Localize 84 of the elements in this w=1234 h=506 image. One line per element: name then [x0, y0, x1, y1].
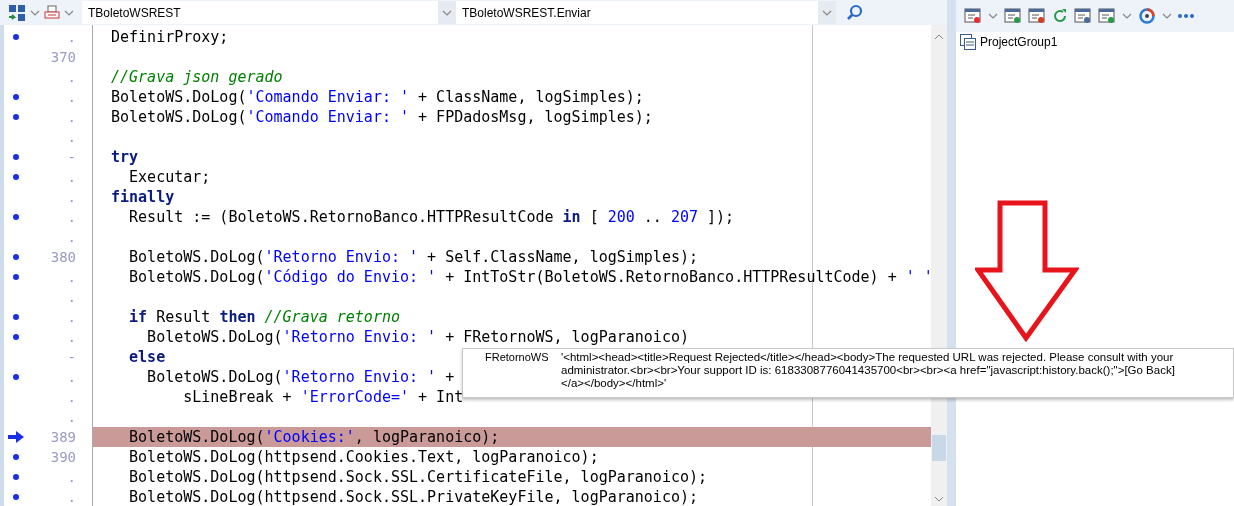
layout-icon[interactable] [8, 3, 26, 22]
breakpoint-dot[interactable] [13, 174, 19, 180]
breakpoint-dot[interactable] [13, 114, 19, 120]
code-line: if Result then //Grava retorno [128, 308, 400, 326]
code-line: BoletoWS.DoLog(httpsend.Sock.SSL.CertificateFile, logParanoico); [128, 468, 708, 486]
line-number: 389 [49, 429, 77, 445]
line-number: 390 [49, 449, 77, 465]
code-line: Result := (BoletoWS.RetornoBanco.HTTPResultCode in [ 200 .. 207 ]); [128, 208, 735, 226]
variable-value: '<html><head><title>Request Rejected</title></head><body>The requested URL was rejected. Please consult with your administrator.<br><br>Your support ID is: 6183308776041435700<br><br><a href="javascript:history.back();">[Go Back]</a></body></html>' [561, 351, 1176, 391]
code-line: BoletoWS.DoLog('Comando Enviar: ' + ClassName, logSimples); [111, 88, 644, 106]
line-number: . [66, 329, 77, 345]
line-number: . [66, 489, 77, 505]
unit-selector[interactable]: TBoletoWSREST [82, 1, 456, 24]
caret-icon [1162, 13, 1172, 19]
scroll-down-icon[interactable] [934, 495, 944, 503]
breakpoint-dot[interactable] [13, 334, 19, 340]
line-number: - [66, 149, 77, 165]
caret-icon [822, 9, 832, 16]
printer-icon[interactable] [44, 4, 60, 21]
line-number: 380 [49, 249, 77, 265]
window-icon[interactable] [964, 8, 982, 24]
line-number: . [66, 389, 77, 405]
code-line: BoletoWS.DoLog(httpsend.Cookies.Text, logParanoico); [128, 448, 599, 466]
breakpoint-dot[interactable] [13, 454, 19, 460]
code-line: Executar; [128, 168, 211, 186]
code-line: BoletoWS.DoLog('Código do Envio: ' + IntToStr(BoletoWS.RetornoBanco.HTTPResultCode) + ' ' [128, 268, 931, 286]
scrollbar-thumb[interactable] [932, 435, 946, 461]
window-icon[interactable] [1028, 8, 1046, 24]
window-icon[interactable] [1074, 8, 1092, 24]
breakpoint-dot[interactable] [13, 474, 19, 480]
caret-icon [1122, 13, 1132, 19]
line-number: . [66, 189, 77, 205]
line-number: . [66, 309, 77, 325]
target-icon[interactable] [1138, 7, 1156, 25]
code-line: try [111, 148, 139, 166]
line-number: . [66, 289, 77, 305]
breakpoint-dot[interactable] [13, 94, 19, 100]
line-number: . [66, 369, 77, 385]
project-group-icon [960, 34, 976, 50]
refresh-icon[interactable] [1052, 8, 1068, 24]
caret-icon [442, 9, 452, 16]
breakpoint-dot[interactable] [13, 34, 19, 40]
breakpoint-dot[interactable] [13, 374, 19, 380]
breakpoint-dot[interactable] [13, 314, 19, 320]
line-number: . [66, 229, 77, 245]
code-line: BoletoWS.DoLog('Cookies:', logParanoico); [128, 428, 500, 446]
scroll-up-icon[interactable] [934, 33, 944, 41]
line-number: . [66, 129, 77, 145]
execution-arrow-icon [8, 431, 24, 443]
code-line: else [128, 348, 166, 366]
caret-icon [30, 9, 40, 16]
caret-icon [64, 9, 74, 16]
breakpoint-dot[interactable] [13, 494, 19, 500]
variable-name: FRetornoWS [484, 351, 550, 365]
line-number: . [66, 169, 77, 185]
code-line: BoletoWS.DoLog('Retorno Envio: ' + [146, 368, 455, 386]
line-number: . [66, 269, 77, 285]
breakpoint-dot[interactable] [13, 274, 19, 280]
breakpoint-dot[interactable] [13, 254, 19, 260]
line-number: . [66, 469, 77, 485]
line-number: . [66, 69, 77, 85]
breakpoint-dot[interactable] [13, 154, 19, 160]
line-number: 370 [49, 49, 77, 65]
more-icon[interactable] [1178, 13, 1194, 19]
caret-icon [988, 13, 998, 19]
breakpoint-dot[interactable] [13, 214, 19, 220]
line-number: . [66, 29, 77, 45]
code-line: BoletoWS.DoLog('Retorno Envio: ' + FRetornoWS, logParanoico) [146, 328, 689, 346]
line-number: - [66, 349, 77, 365]
code-line: BoletoWS.DoLog(httpsend.Sock.SSL.PrivateKeyFile, logParanoico); [128, 488, 698, 506]
code-line: DefinirProxy; [111, 28, 229, 46]
search-icon[interactable] [846, 3, 864, 22]
code-line: sLineBreak + 'ErrorCode=' + Int [182, 388, 464, 406]
code-line: BoletoWS.DoLog('Retorno Envio: ' + Self.ClassName, logSimples); [128, 248, 699, 266]
line-number: . [66, 109, 77, 125]
line-number: . [66, 89, 77, 105]
tree-item[interactable]: ProjectGroup1 [980, 35, 1058, 49]
method-selector[interactable]: TBoletoWSREST.Enviar [456, 1, 836, 24]
code-line: finally [111, 188, 175, 206]
code-line: //Grava json gerado [111, 68, 283, 86]
line-number: . [66, 409, 77, 425]
line-number: . [66, 209, 77, 225]
window-icon[interactable] [1004, 8, 1022, 24]
code-line: BoletoWS.DoLog('Comando Enviar: ' + FPDadosMsg, logSimples); [111, 108, 653, 126]
